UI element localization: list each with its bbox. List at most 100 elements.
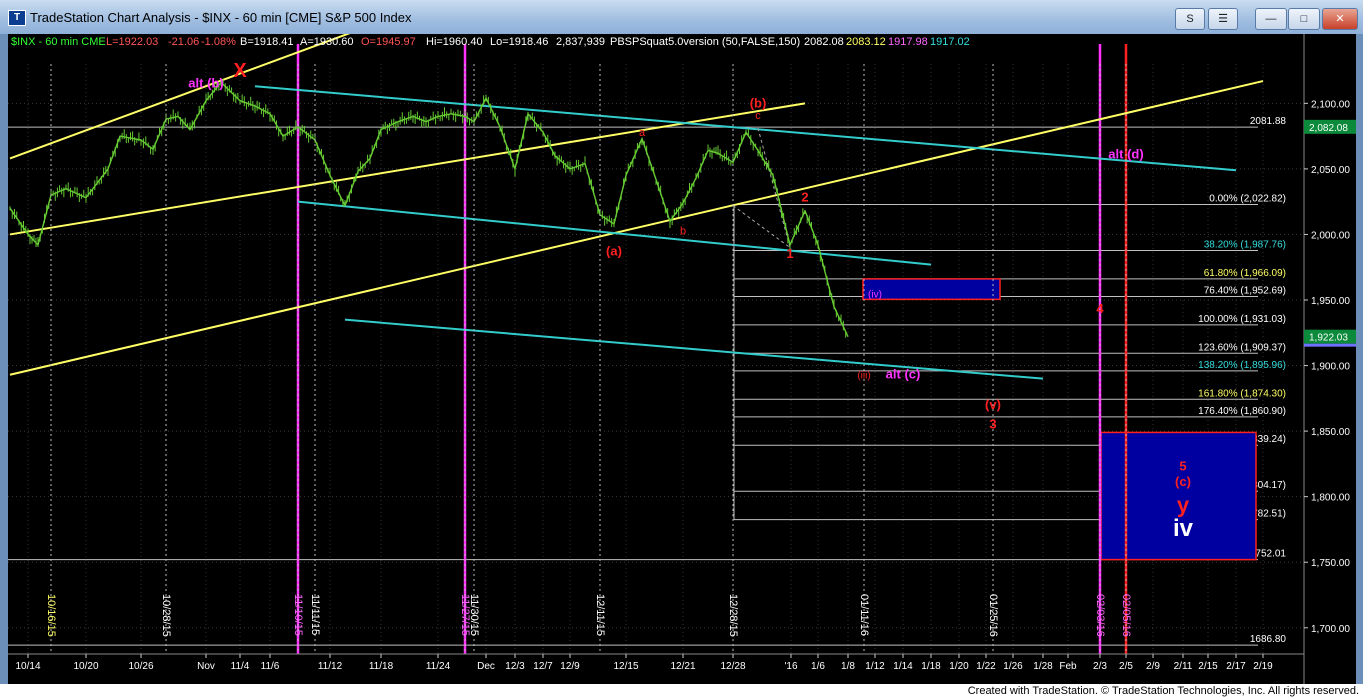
- title-bar[interactable]: T TradeStation Chart Analysis - $INX - 6…: [0, 0, 1363, 34]
- fib-level-label: 0.00% (2,022.82): [1209, 194, 1286, 205]
- chart-canvas[interactable]: 2081.88 0.00% (2,022.82) 38.20% (1,987.76)…: [8, 0, 1356, 684]
- chart-background: [8, 34, 1356, 684]
- x-tick-label: 2/15: [1198, 661, 1218, 672]
- wave-label: alt (c): [886, 367, 921, 382]
- x-tick-label: '16: [784, 661, 797, 672]
- x-tick-label: 1/6: [811, 661, 825, 672]
- fib-level-label: 2081.88: [1250, 116, 1287, 127]
- wave-label: 2: [801, 190, 808, 205]
- wave-label: alt (d): [1108, 146, 1143, 161]
- y-tick-label: 1,950.00: [1311, 296, 1350, 307]
- date-marker-label: 11/30/15: [468, 594, 480, 636]
- wave-label: X: [233, 60, 247, 82]
- wave-label: (v): [985, 397, 1001, 412]
- fib-level-label: 61.80% (1,966.09): [1204, 268, 1286, 279]
- y-tick-label: 1,900.00: [1311, 362, 1350, 373]
- x-tick-label: 12/21: [670, 661, 695, 672]
- wave-label: (iv): [868, 289, 882, 300]
- status-value-2: 2083.12: [846, 36, 886, 48]
- tradestation-app-icon: T: [8, 10, 26, 26]
- x-tick-label: 2/19: [1253, 661, 1273, 672]
- fib-level-label: 123.60% (1,909.37): [1198, 342, 1286, 353]
- footer: Created with TradeStation. © TradeStatio…: [0, 684, 1363, 699]
- x-tick-label: 2/5: [1119, 661, 1133, 672]
- status-ask: A=1930.60: [300, 36, 354, 48]
- status-last: L=1922.03: [106, 36, 158, 48]
- y-tick-label: 1,850.00: [1311, 427, 1350, 438]
- x-tick-label: 12/15: [613, 661, 638, 672]
- tradestation-window: T TradeStation Chart Analysis - $INX - 6…: [0, 0, 1363, 699]
- status-low: Lo=1918.46: [490, 36, 548, 48]
- x-tick-label: 11/24: [426, 661, 451, 672]
- x-tick-label: 1/28: [1033, 661, 1053, 672]
- x-tick-label: 1/8: [841, 661, 855, 672]
- x-tick-label: Dec: [477, 661, 495, 672]
- x-tick-label: 1/18: [921, 661, 941, 672]
- x-tick-label: 11/12: [318, 661, 343, 672]
- fib-level-label: 1686.80: [1250, 634, 1287, 645]
- x-tick-label: 1/12: [865, 661, 885, 672]
- window-title: TradeStation Chart Analysis - $INX - 60 …: [30, 10, 412, 25]
- x-tick-label: 12/28: [720, 661, 745, 672]
- status-line: $INX - 60 min CME L=1922.03 -21.06 -1.08…: [11, 36, 970, 48]
- wave-label: y: [1177, 492, 1190, 517]
- status-value-1: 2082.08: [804, 36, 844, 48]
- fib-level-label: 176.40% (1,860.90): [1198, 406, 1286, 417]
- price-chart[interactable]: 2081.88 0.00% (2,022.82) 38.20% (1,987.76)…: [8, 0, 1356, 684]
- status-value-4: 1917.02: [930, 36, 970, 48]
- wave-label: 4: [1096, 301, 1104, 316]
- x-tick-label: 2/17: [1226, 661, 1246, 672]
- date-marker-label: 01/25/16: [987, 594, 999, 637]
- x-tick-label: 10/14: [15, 661, 40, 672]
- wave-label: (iii): [857, 371, 870, 382]
- date-marker-label: 10/28/15: [160, 594, 172, 637]
- wave-label: 5: [1179, 458, 1186, 473]
- list-menu-button[interactable]: ☰: [1208, 8, 1238, 30]
- date-marker-label: 12/28/15: [727, 594, 739, 637]
- x-tick-label: 12/7: [533, 661, 553, 672]
- fib-level-label: 100.00% (1,931.03): [1198, 314, 1286, 325]
- fib-level-label: 161.80% (1,874.30): [1198, 388, 1286, 399]
- wave-label: c: [755, 110, 761, 122]
- x-tick-label: 1/22: [976, 661, 996, 672]
- wave-label: a: [639, 127, 646, 139]
- close-button[interactable]: ✕: [1322, 8, 1358, 30]
- status-bid: B=1918.41: [240, 36, 294, 48]
- y-tick-label: 2,100.00: [1311, 99, 1350, 110]
- y-tick-label: 1,750.00: [1311, 558, 1350, 569]
- x-tick-label: 10/20: [73, 661, 98, 672]
- wave-label: iv: [1173, 515, 1194, 542]
- x-tick-label: 12/9: [560, 661, 580, 672]
- status-symbol: $INX - 60 min CME: [11, 36, 106, 48]
- last-price-tag-label: 2,082.08: [1309, 123, 1348, 134]
- status-percent: -1.08%: [201, 36, 236, 48]
- x-tick-label: 2/9: [1146, 661, 1160, 672]
- x-tick-label: Nov: [197, 661, 215, 672]
- status-change: -21.06: [168, 36, 199, 48]
- date-marker-label: 12/11/15: [594, 594, 606, 636]
- x-tick-label: 1/26: [1003, 661, 1023, 672]
- x-tick-label: 2/3: [1093, 661, 1107, 672]
- s-menu-button[interactable]: S: [1175, 8, 1205, 30]
- maximize-button[interactable]: □: [1288, 8, 1320, 30]
- wave-label: (a): [606, 243, 622, 258]
- minimize-button[interactable]: —: [1255, 8, 1287, 30]
- status-indicator: PBSPSquat5.0version (50,FALSE,150): [610, 36, 800, 48]
- x-tick-label: 1/14: [893, 661, 913, 672]
- wave-label: alt (b): [188, 76, 223, 91]
- status-open: O=1945.97: [361, 36, 416, 48]
- footer-copyright: Created with TradeStation. © TradeStatio…: [967, 685, 1359, 697]
- date-marker-label: 02/03/16: [1094, 594, 1106, 637]
- last-price-tag-label: 1,922.03: [1309, 333, 1348, 344]
- date-marker-label: 10/16/15: [45, 594, 57, 637]
- date-marker-label: 11/10/15: [292, 594, 304, 636]
- date-marker-label: 02/05/16: [1120, 594, 1132, 637]
- price-tag-underline: [1304, 343, 1356, 347]
- wave-label: 3: [989, 416, 996, 431]
- status-volume: 2,837,939: [556, 36, 605, 48]
- wave-label: b: [680, 225, 686, 237]
- x-tick-label: 10/26: [128, 661, 153, 672]
- date-marker-label: 01/11/16: [858, 594, 870, 636]
- date-marker-label: 11/11/15: [309, 594, 321, 635]
- x-tick-label: 1/20: [949, 661, 969, 672]
